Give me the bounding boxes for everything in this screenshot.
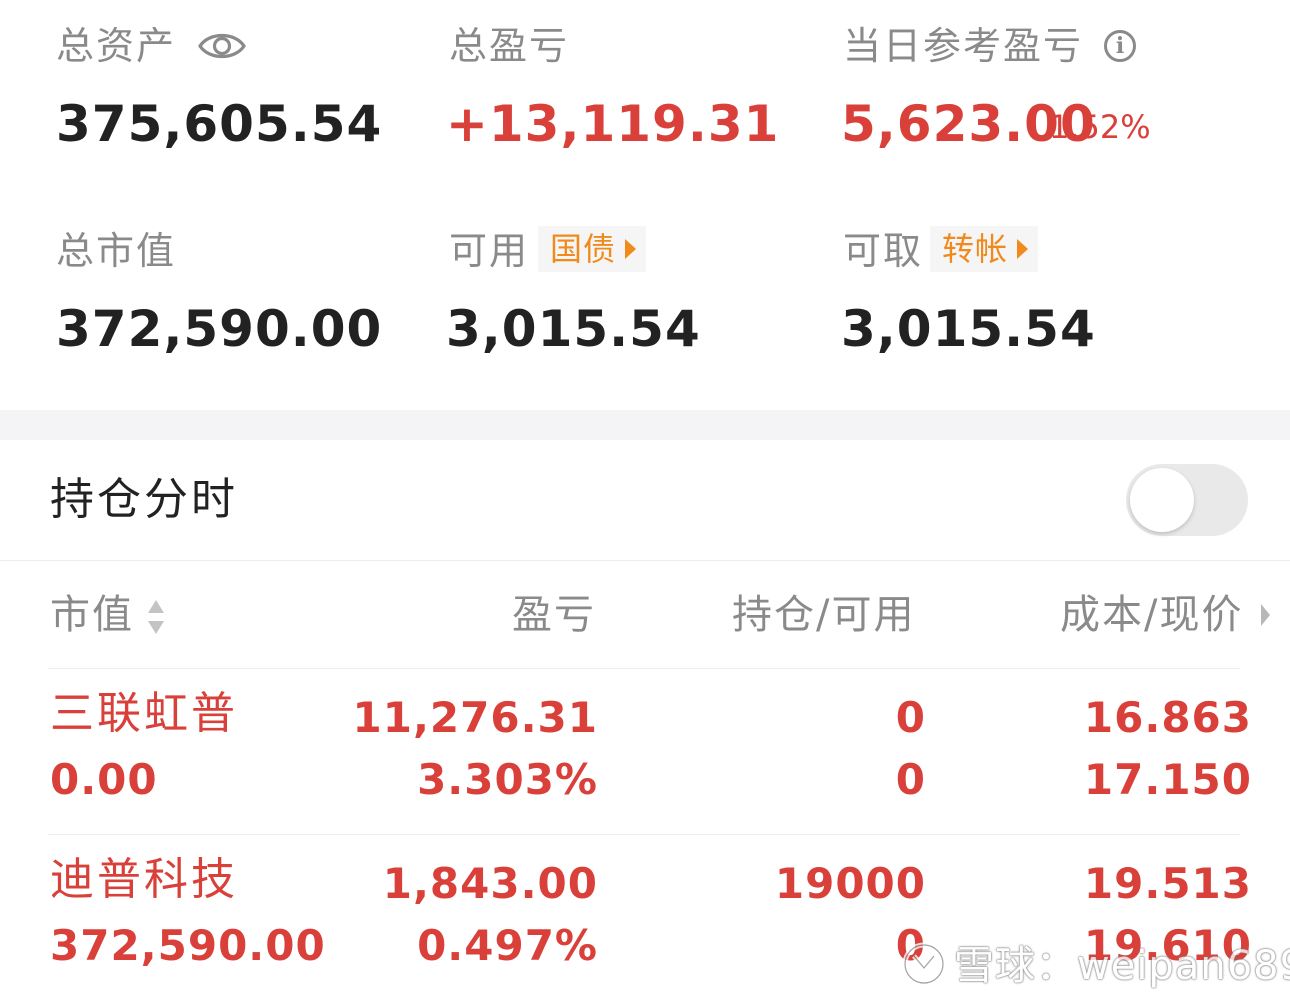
stock-cost: 19.513 bbox=[1083, 859, 1252, 908]
transfer-link[interactable]: 转帐 bbox=[930, 226, 1039, 272]
total-pnl-label: 总盈亏 bbox=[449, 24, 570, 68]
market-value-label: 总市值 bbox=[56, 229, 177, 273]
position-timeshare-title: 持仓分时 bbox=[50, 474, 238, 525]
header-market-value[interactable]: 市值 bbox=[50, 591, 134, 639]
available-value: 3,015.54 bbox=[446, 300, 701, 358]
total-assets-label: 总资产 bbox=[56, 24, 177, 68]
section-divider bbox=[0, 410, 1290, 440]
daily-pnl-percent: 1.52% bbox=[1049, 108, 1151, 146]
total-pnl-value: +13,119.31 bbox=[446, 95, 780, 153]
header-pnl: 盈亏 bbox=[512, 592, 596, 638]
stock-pnl: 11,276.31 bbox=[352, 693, 598, 742]
info-icon[interactable]: i bbox=[1104, 30, 1136, 62]
stock-market-value: 372,590.00 bbox=[50, 921, 326, 970]
daily-pnl-label: 当日参考盈亏 bbox=[843, 24, 1084, 68]
total-assets-value: 375,605.54 bbox=[56, 95, 383, 153]
xueqiu-logo-icon bbox=[902, 942, 946, 986]
stock-price: 17.150 bbox=[1083, 755, 1252, 804]
stock-pnl-percent: 3.303% bbox=[417, 755, 598, 804]
stock-name: 迪普科技 bbox=[50, 854, 238, 905]
sort-icon[interactable] bbox=[146, 597, 166, 637]
stock-name: 三联虹普 bbox=[50, 688, 238, 739]
play-triangle-icon bbox=[1017, 239, 1029, 259]
stock-position: 19000 bbox=[774, 859, 926, 908]
header-cost-price: 成本/现价 bbox=[1060, 592, 1244, 638]
stock-pnl: 1,843.00 bbox=[382, 859, 598, 908]
position-timeshare-toggle[interactable] bbox=[1126, 464, 1248, 536]
stock-cost: 16.863 bbox=[1083, 693, 1252, 742]
stock-market-value: 0.00 bbox=[50, 755, 158, 804]
position-timeshare-row: 持仓分时 bbox=[0, 440, 1290, 561]
chevron-right-icon[interactable] bbox=[1261, 604, 1270, 626]
table-row[interactable]: 三联虹普 0.00 11,276.31 3.303% 0 0 16.863 17… bbox=[0, 669, 1290, 834]
toggle-knob bbox=[1130, 468, 1194, 532]
stock-position: 0 bbox=[895, 693, 926, 742]
watermark-text: 雪球：weipan689 bbox=[954, 943, 1290, 989]
play-triangle-icon bbox=[625, 239, 637, 259]
withdrawable-value: 3,015.54 bbox=[841, 300, 1096, 358]
account-summary: 总资产 375,605.54 总盈亏 +13,119.31 当日参考盈亏 i 5… bbox=[0, 0, 1290, 410]
header-position-available: 持仓/可用 bbox=[732, 592, 916, 638]
portfolio-page: 总资产 375,605.54 总盈亏 +13,119.31 当日参考盈亏 i 5… bbox=[0, 0, 1290, 1008]
transfer-label: 转帐 bbox=[942, 230, 1009, 268]
market-value-value: 372,590.00 bbox=[56, 300, 383, 358]
withdrawable-label: 可取 bbox=[843, 229, 924, 273]
eye-icon[interactable] bbox=[197, 29, 247, 63]
holdings-table-header: 市值 盈亏 持仓/可用 成本/现价 bbox=[0, 561, 1290, 668]
stock-pnl-percent: 0.497% bbox=[417, 921, 598, 970]
stock-available: 0 bbox=[895, 755, 926, 804]
available-label: 可用 bbox=[449, 229, 530, 273]
treasury-bond-label: 国债 bbox=[550, 230, 617, 268]
treasury-bond-link[interactable]: 国债 bbox=[538, 226, 647, 272]
